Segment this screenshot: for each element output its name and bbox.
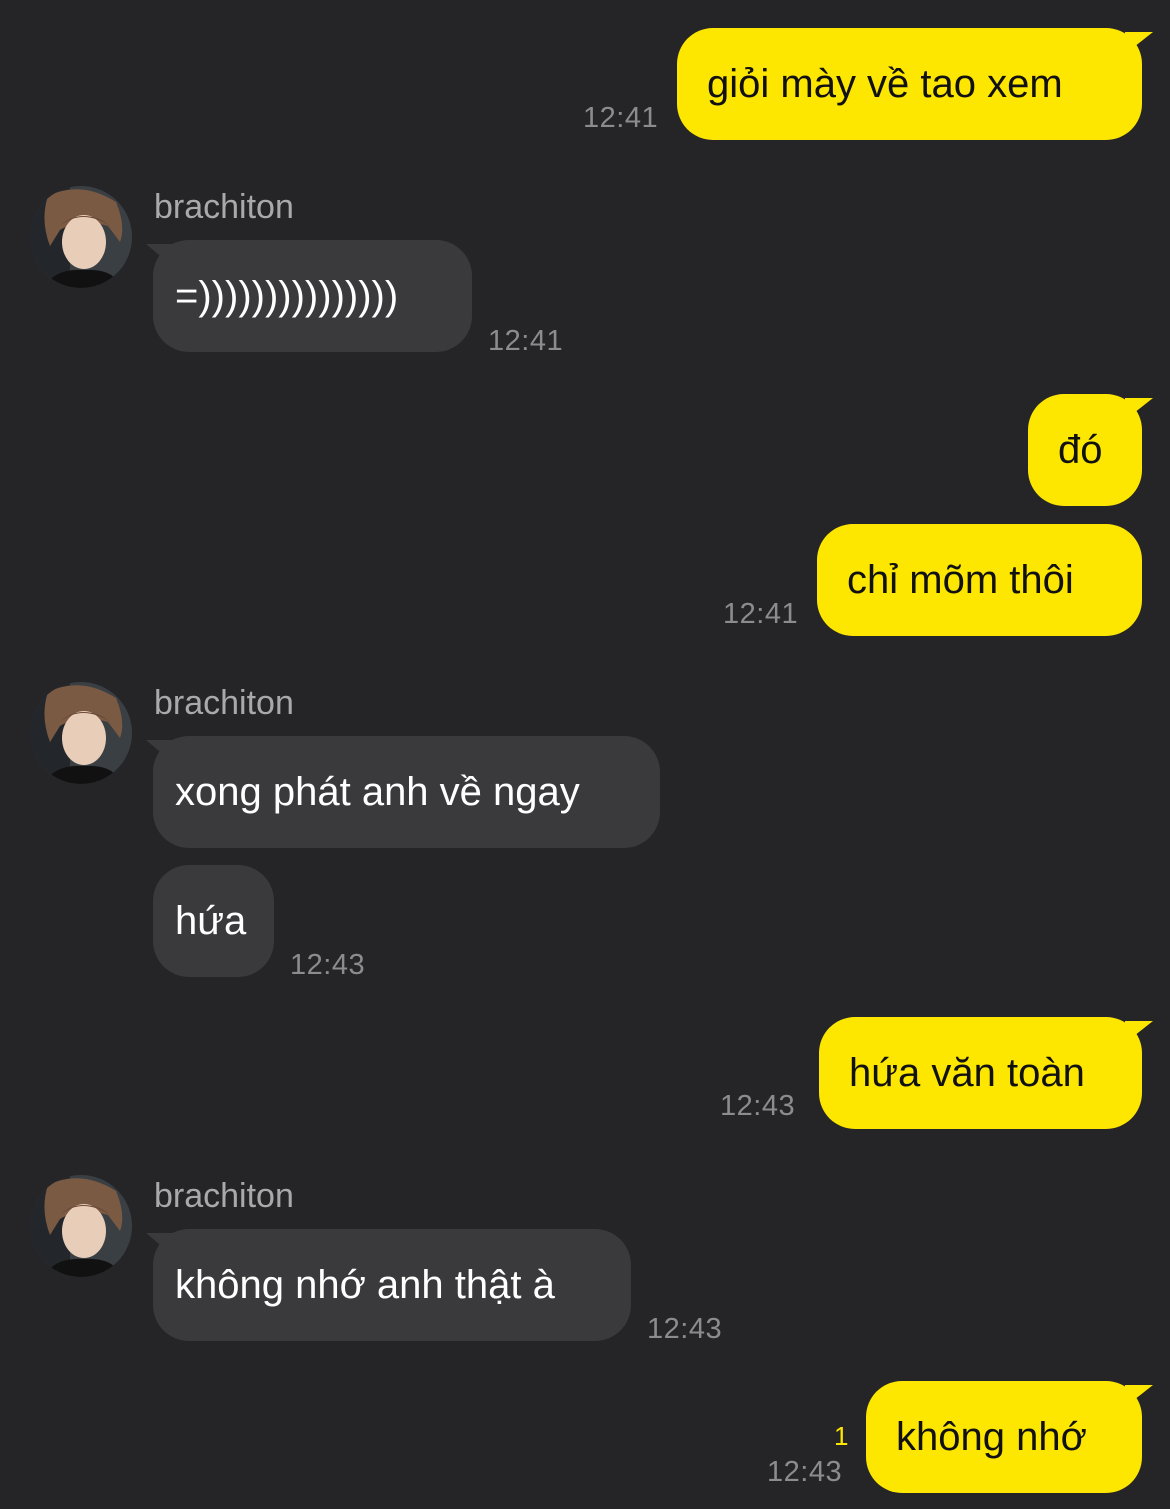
message-bubble-incoming[interactable]: không nhớ anh thật à [153, 1229, 631, 1341]
message-text: hứa văn toàn [849, 1051, 1085, 1095]
sender-name: brachiton [154, 1177, 294, 1215]
message-text: giỏi mày về tao xem [707, 62, 1063, 106]
message-bubble-outgoing[interactable]: hứa văn toàn [819, 1017, 1142, 1129]
message-text: không nhớ anh thật à [175, 1263, 555, 1307]
message-text: không nhớ [896, 1415, 1087, 1459]
avatar-photo-icon [30, 186, 132, 288]
message-text: chỉ mõm thôi [847, 558, 1074, 602]
contact-avatar[interactable] [30, 186, 132, 288]
message-bubble-incoming[interactable]: =))))))))))))))) [153, 240, 472, 352]
sender-name: brachiton [154, 684, 294, 722]
message-text: =))))))))))))))) [175, 274, 399, 318]
message-text: đó [1058, 428, 1103, 472]
message-timestamp: 12:41 [583, 102, 659, 134]
message-bubble-incoming[interactable]: xong phát anh về ngay [153, 736, 660, 848]
message-timestamp: 12:43 [290, 949, 366, 981]
message-bubble-outgoing[interactable]: chỉ mõm thôi [817, 524, 1142, 636]
message-text: xong phát anh về ngay [175, 770, 580, 814]
message-timestamp: 12:43 [767, 1456, 843, 1488]
avatar-photo-icon [30, 682, 132, 784]
message-bubble-outgoing[interactable]: đó [1028, 394, 1142, 506]
sender-name: brachiton [154, 188, 294, 226]
contact-avatar[interactable] [30, 682, 132, 784]
message-timestamp: 12:43 [720, 1090, 796, 1122]
message-timestamp: 12:43 [647, 1313, 723, 1345]
message-text: hứa [175, 899, 247, 943]
message-timestamp: 12:41 [723, 598, 799, 630]
message-timestamp: 12:41 [488, 325, 564, 357]
message-bubble-outgoing[interactable]: không nhớ [866, 1381, 1142, 1493]
message-bubble-incoming[interactable]: hứa [153, 865, 274, 977]
contact-avatar[interactable] [30, 1175, 132, 1277]
unread-count: 1 [834, 1421, 849, 1451]
chat-thread[interactable]: giỏi mày về tao xem 12:41 brachiton =)))… [0, 0, 1170, 1509]
message-bubble-outgoing[interactable]: giỏi mày về tao xem [677, 28, 1142, 140]
avatar-photo-icon [30, 1175, 132, 1277]
